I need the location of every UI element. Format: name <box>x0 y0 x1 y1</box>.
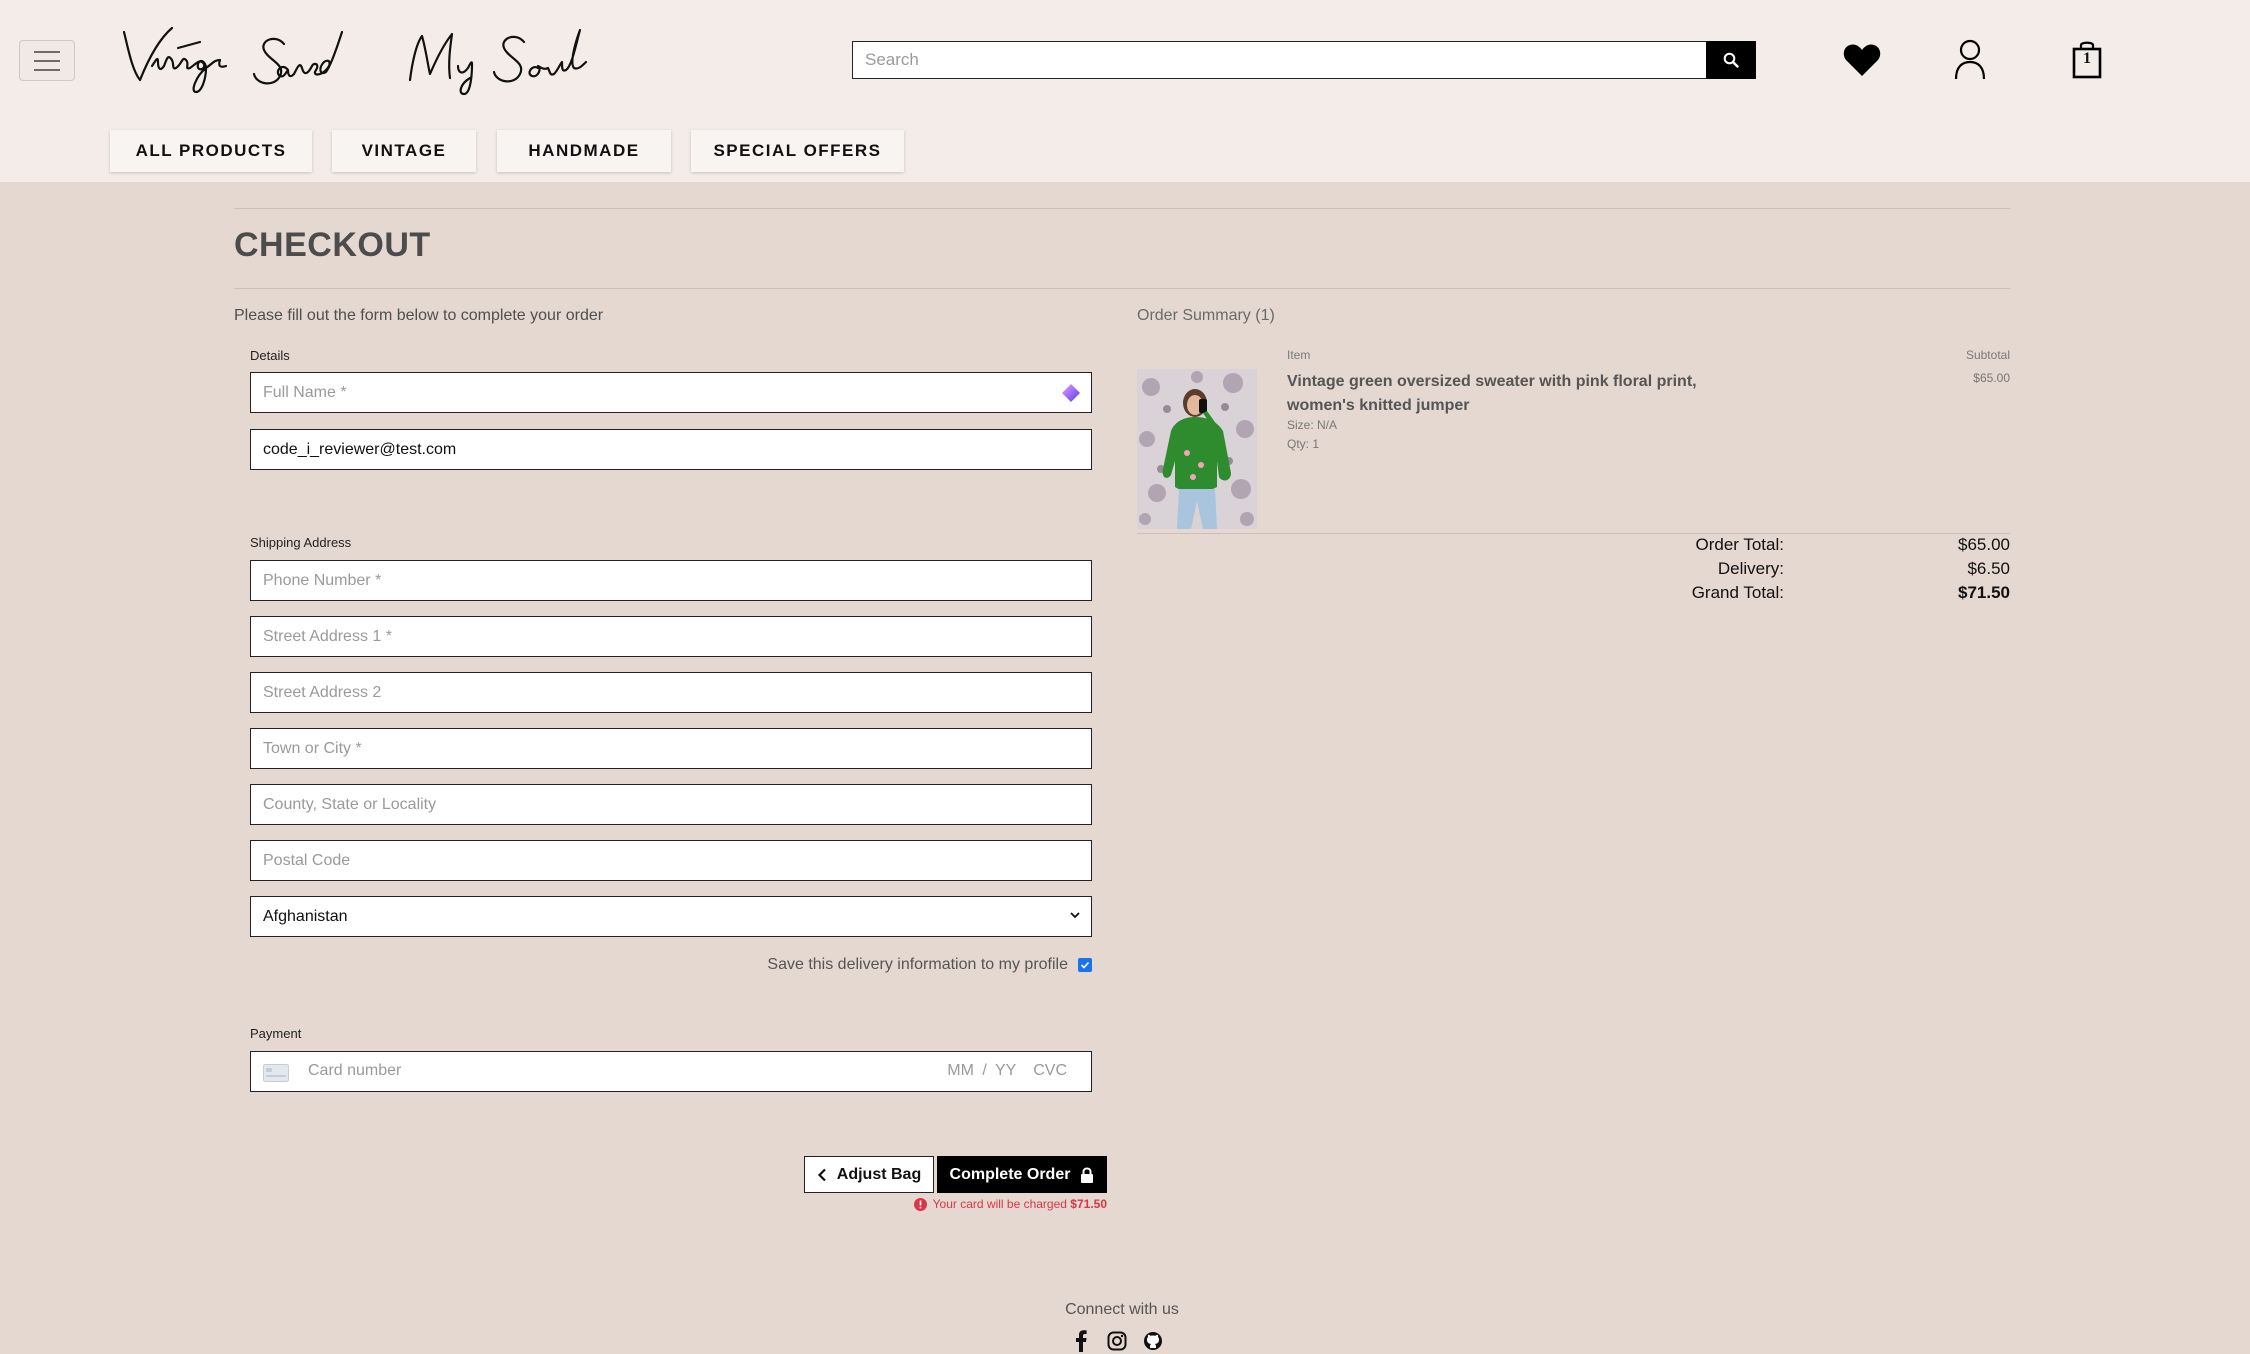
menu-toggle-button[interactable] <box>19 40 75 81</box>
account-button[interactable] <box>1952 38 1988 82</box>
card-cvc-placeholder: CVC <box>1033 1062 1067 1079</box>
order-total-row: Order Total: $65.00 <box>1600 535 2010 559</box>
nav-vintage[interactable]: VINTAGE <box>332 130 476 172</box>
search-icon <box>1723 52 1739 68</box>
town-city-field[interactable]: Town or City * <box>250 728 1092 769</box>
order-total-value: $65.00 <box>1958 535 2010 554</box>
bag-count-badge: 1 <box>2083 50 2091 67</box>
complete-order-button[interactable]: Complete Order <box>937 1156 1107 1193</box>
save-info-checkbox[interactable] <box>1078 958 1092 972</box>
grand-total-value: $71.50 <box>1958 583 2010 602</box>
street-address-2-field[interactable]: Street Address 2 <box>250 672 1092 713</box>
main-nav: ALL PRODUCTS VINTAGE HANDMADE SPECIAL OF… <box>0 122 2250 182</box>
order-total-label: Order Total: <box>1695 535 1784 554</box>
grand-total-label: Grand Total: <box>1691 583 1784 602</box>
facebook-icon <box>1076 1330 1087 1352</box>
card-expiry-cvc: MM / YY CVC <box>947 1062 1067 1080</box>
item-subtotal: $65.00 <box>1973 371 2010 385</box>
wishlist-button[interactable] <box>1843 38 1881 82</box>
credit-card-icon <box>263 1064 289 1082</box>
county-field[interactable]: County, State or Locality <box>250 784 1092 825</box>
instagram-icon <box>1107 1331 1127 1351</box>
county-placeholder: County, State or Locality <box>263 795 437 813</box>
instagram-link[interactable] <box>1106 1330 1128 1352</box>
item-name[interactable]: Vintage green oversized sweater with pin… <box>1287 370 1747 418</box>
github-link[interactable] <box>1142 1330 1164 1352</box>
street-address-1-field[interactable]: Street Address 1 * <box>250 616 1092 657</box>
charge-notice: Your card will be charged $71.50 <box>904 1197 1107 1211</box>
check-icon <box>1080 961 1090 969</box>
details-label: Details <box>250 348 290 363</box>
product-image <box>1137 369 1257 529</box>
menu-line <box>34 50 60 53</box>
autofill-diamond-icon[interactable] <box>1061 383 1081 403</box>
exclamation-circle-icon <box>913 1197 927 1211</box>
site-header: 1 <box>0 0 2250 122</box>
page-title: CHECKOUT <box>234 226 431 264</box>
user-icon <box>1954 39 1986 80</box>
menu-line <box>34 59 60 62</box>
shipping-address-label: Shipping Address <box>250 535 352 550</box>
card-number-placeholder: Card number <box>308 1062 402 1079</box>
postcode-placeholder: Postal Code <box>263 851 351 869</box>
item-size: Size: N/A <box>1287 418 1338 432</box>
search-input[interactable] <box>852 41 1706 79</box>
checkout-instructions: Please fill out the form below to comple… <box>234 307 604 324</box>
item-qty: Qty: 1 <box>1287 437 1320 451</box>
search-bar <box>852 41 1756 79</box>
payment-label: Payment <box>250 1026 302 1041</box>
adjust-bag-label: Adjust Bag <box>836 1165 922 1183</box>
nav-handmade[interactable]: HANDMADE <box>497 130 671 172</box>
facebook-link[interactable] <box>1070 1330 1092 1352</box>
charge-amount: $71.50 <box>1070 1197 1107 1211</box>
summary-divider <box>1137 533 2010 534</box>
nav-special-offers[interactable]: SPECIAL OFFERS <box>691 130 904 172</box>
heart-icon <box>1843 44 1881 76</box>
connect-heading: Connect with us <box>1065 1301 1179 1318</box>
street2-placeholder: Street Address 2 <box>263 683 382 701</box>
delivery-label: Delivery: <box>1717 559 1784 578</box>
adjust-bag-button[interactable]: Adjust Bag <box>804 1156 934 1193</box>
card-element[interactable]: Card number MM / YY CVC <box>250 1051 1092 1092</box>
email-field[interactable]: code_i_reviewer@test.com <box>250 429 1092 470</box>
full-name-field[interactable]: Full Name * <box>250 372 1092 413</box>
menu-line <box>34 68 60 71</box>
country-select[interactable]: Afghanistan <box>250 896 1092 937</box>
order-summary-title: Order Summary (1) <box>1137 307 1275 324</box>
charge-notice-text: Your card will be charged $71.50 <box>933 1197 1107 1211</box>
divider <box>234 208 2010 209</box>
street1-placeholder: Street Address 1 * <box>263 627 392 645</box>
logo-script <box>122 26 588 96</box>
shopping-bag-button[interactable]: 1 <box>2070 38 2104 82</box>
full-name-placeholder: Full Name * <box>263 383 347 401</box>
lock-icon <box>1081 1167 1094 1183</box>
delivery-value: $6.50 <box>1967 559 2010 578</box>
divider <box>234 288 2010 289</box>
town-placeholder: Town or City * <box>263 739 362 757</box>
country-value: Afghanistan <box>263 907 348 925</box>
nav-all-products[interactable]: ALL PRODUCTS <box>110 130 312 172</box>
search-button[interactable] <box>1706 41 1756 79</box>
subtotal-column-header: Subtotal <box>1965 348 2010 362</box>
card-expiry-placeholder: MM / YY <box>947 1062 1017 1079</box>
charge-note-label: Your card will be charged <box>932 1197 1067 1211</box>
complete-order-label: Complete Order <box>949 1165 1071 1183</box>
site-logo[interactable] <box>118 18 638 106</box>
email-value: code_i_reviewer@test.com <box>263 440 457 458</box>
chevron-down-icon <box>1070 912 1080 919</box>
social-links <box>1070 1330 1164 1352</box>
phone-placeholder: Phone Number * <box>263 571 382 589</box>
item-column-header: Item <box>1287 348 1311 362</box>
grand-total-row: Grand Total: $71.50 <box>1600 583 2010 607</box>
product-thumbnail[interactable] <box>1137 369 1257 529</box>
delivery-row: Delivery: $6.50 <box>1600 559 2010 583</box>
github-icon <box>1144 1332 1162 1350</box>
phone-number-field[interactable]: Phone Number * <box>250 560 1092 601</box>
save-info-label: Save this delivery information to my pro… <box>767 956 1068 973</box>
chevron-left-icon <box>817 1168 826 1181</box>
save-info-row: Save this delivery information to my pro… <box>767 956 1092 974</box>
postal-code-field[interactable]: Postal Code <box>250 840 1092 881</box>
